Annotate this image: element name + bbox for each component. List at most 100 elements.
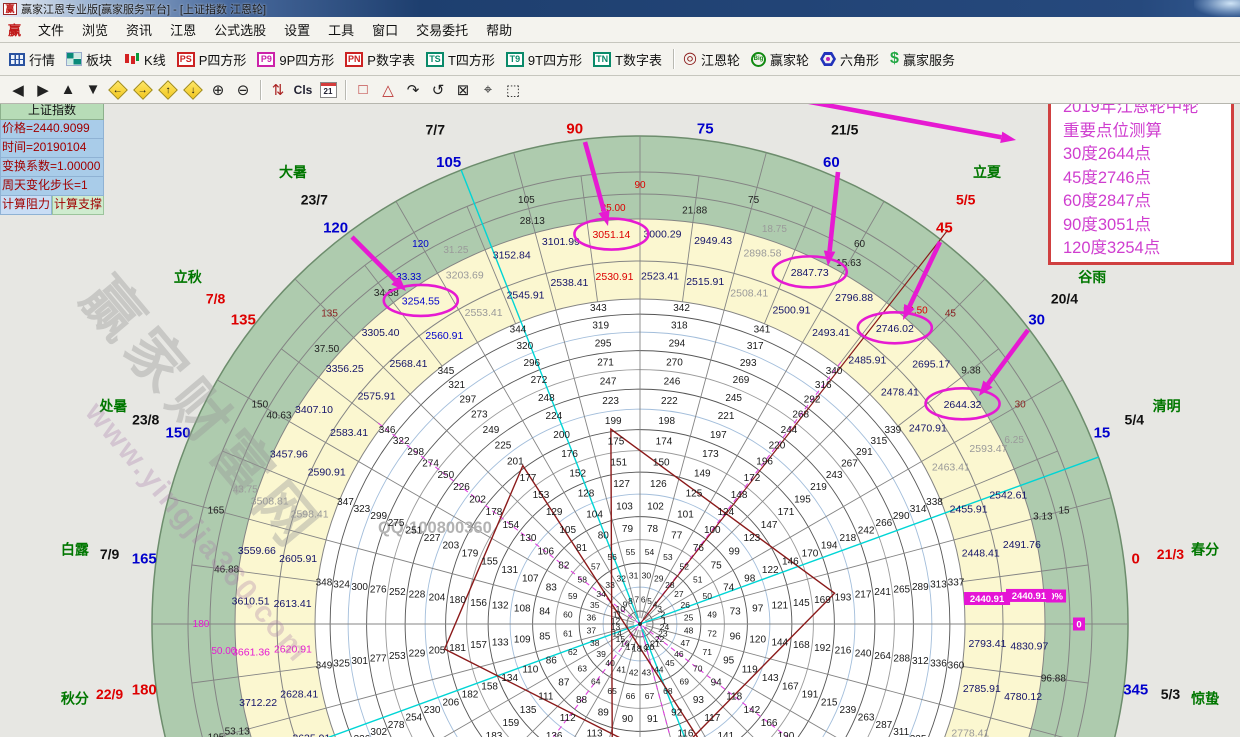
svg-text:立夏: 立夏	[973, 164, 1002, 180]
toolbar-button-t-table[interactable]: TNT数字表	[589, 48, 666, 71]
menu-item-8[interactable]: 交易委托	[407, 17, 477, 42]
svg-text:252: 252	[389, 587, 406, 598]
tool-pan-left[interactable]: ←	[106, 79, 130, 101]
toolbar-button-9t-square[interactable]: T99T四方形	[502, 48, 586, 71]
menu-item-0[interactable]: 文件	[29, 17, 73, 42]
svg-text:322: 322	[393, 436, 410, 447]
kline-label: K线	[144, 50, 166, 69]
svg-text:224: 224	[546, 411, 563, 422]
svg-text:120: 120	[749, 635, 766, 646]
9p-square-icon: P9	[257, 52, 275, 67]
menu-item-2[interactable]: 资讯	[117, 17, 161, 42]
tool-triangle-tool[interactable]: △	[376, 79, 400, 101]
svg-text:112: 112	[560, 713, 576, 724]
svg-text:123: 123	[744, 533, 761, 544]
svg-text:166: 166	[761, 718, 778, 729]
svg-text:2847.73: 2847.73	[791, 267, 829, 279]
calc-resistance-button[interactable]: 计算阻力	[0, 196, 52, 215]
svg-text:172: 172	[744, 473, 761, 484]
menu-item-6[interactable]: 工具	[319, 17, 363, 42]
toolbar-button-p-square[interactable]: PSP四方形	[173, 48, 251, 71]
svg-text:2613.41: 2613.41	[274, 598, 312, 610]
svg-text:38: 38	[590, 638, 600, 648]
toolbar-button-winner-service[interactable]: $赢家服务	[886, 48, 959, 71]
tool-nav-left[interactable]: ◀	[6, 79, 30, 101]
svg-text:159: 159	[503, 718, 520, 729]
tool-pan-down[interactable]: ↓	[181, 79, 205, 101]
tool-calendar[interactable]: 21	[316, 79, 340, 101]
menu-item-5[interactable]: 设置	[275, 17, 319, 42]
svg-text:71: 71	[702, 647, 712, 657]
tool-price-scale[interactable]: ⇅	[266, 79, 290, 101]
svg-text:6.25: 6.25	[1004, 435, 1024, 446]
tool-zoom-out[interactable]: ⊖	[231, 79, 255, 101]
svg-text:98: 98	[744, 574, 756, 585]
tool-nav-down[interactable]: ▼	[81, 79, 105, 101]
svg-text:228: 228	[409, 590, 426, 601]
menu-item-1[interactable]: 浏览	[73, 17, 117, 42]
svg-text:68: 68	[663, 686, 673, 696]
svg-text:264: 264	[874, 651, 891, 662]
svg-text:247: 247	[600, 376, 617, 387]
svg-text:5/4: 5/4	[1125, 411, 1145, 427]
menu-item-4[interactable]: 公式选股	[205, 17, 275, 42]
tool-rotate-cw[interactable]: ↷	[401, 79, 425, 101]
toolbar-button-quotes[interactable]: 行情	[5, 48, 59, 71]
svg-text:117: 117	[704, 713, 720, 724]
svg-text:345: 345	[438, 366, 455, 377]
toolbar-button-sectors[interactable]: 板块	[62, 48, 116, 71]
tool-pan-up[interactable]: ↑	[156, 79, 180, 101]
calc-support-button[interactable]: 计算支撑	[52, 196, 104, 215]
app-window: { "window": {"title": "赢家江恩专业版[赢家服务平台] -…	[0, 0, 1240, 737]
tool-select-tool[interactable]: ⬚	[501, 79, 525, 101]
tool-rotate-ccw[interactable]: ↺	[426, 79, 450, 101]
svg-text:22/9: 22/9	[96, 686, 123, 702]
svg-text:3356.25: 3356.25	[326, 363, 364, 375]
toolbar-button-kline[interactable]: K线	[119, 48, 170, 71]
svg-text:15: 15	[1058, 505, 1070, 516]
svg-text:299: 299	[370, 511, 387, 522]
menu-item-3[interactable]: 江恩	[161, 17, 205, 42]
tool-move-tool[interactable]: ⌖	[476, 79, 500, 101]
toolbar-button-hexagon[interactable]: 六角形	[816, 48, 883, 71]
svg-text:2628.41: 2628.41	[280, 689, 318, 701]
svg-text:24: 24	[660, 622, 670, 632]
svg-text:7/7: 7/7	[426, 122, 446, 138]
annotation-line-5: 90度3051点	[1063, 214, 1227, 238]
svg-text:272: 272	[531, 375, 548, 386]
svg-text:36: 36	[587, 613, 597, 623]
svg-text:300: 300	[351, 582, 368, 593]
toolbar-button-9p-square[interactable]: P99P四方形	[253, 48, 338, 71]
menu-item-9[interactable]: 帮助	[477, 17, 521, 42]
svg-text:92: 92	[671, 708, 683, 719]
tool-zoom-in[interactable]: ⊕	[206, 79, 230, 101]
svg-text:50.00: 50.00	[211, 646, 236, 657]
tool-nav-right[interactable]: ▶	[31, 79, 55, 101]
tool-pan-right[interactable]: →	[131, 79, 155, 101]
svg-text:225: 225	[495, 440, 512, 451]
annotation-line-2: 30度2644点	[1063, 143, 1227, 167]
svg-text:270: 270	[666, 357, 683, 368]
svg-text:3559.66: 3559.66	[238, 545, 276, 557]
svg-text:2695.17: 2695.17	[912, 359, 950, 371]
menu-item-7[interactable]: 窗口	[363, 17, 407, 42]
toolbar-button-gann-wheel[interactable]: ◎江恩轮	[679, 48, 744, 71]
svg-text:105: 105	[436, 154, 461, 171]
svg-text:250: 250	[437, 470, 454, 481]
svg-text:3203.69: 3203.69	[446, 270, 484, 282]
toolbar-button-winner-wheel[interactable]: Big赢家轮	[747, 48, 813, 71]
toolbar-button-t-square[interactable]: TST四方形	[422, 48, 499, 71]
svg-text:2949.43: 2949.43	[694, 235, 732, 247]
svg-text:2478.41: 2478.41	[881, 386, 919, 398]
tool-rect-tool[interactable]: □	[351, 79, 375, 101]
svg-text:2515.91: 2515.91	[686, 276, 724, 288]
toolbar-button-p-table[interactable]: PNP数字表	[341, 48, 419, 71]
tool-delete-box[interactable]: ⊠	[451, 79, 475, 101]
svg-text:116: 116	[677, 729, 693, 737]
svg-text:319: 319	[592, 321, 609, 332]
svg-text:320: 320	[516, 341, 533, 352]
tool-cls[interactable]: Cls	[291, 79, 315, 101]
svg-text:7: 7	[634, 594, 639, 604]
tool-nav-up[interactable]: ▲	[56, 79, 80, 101]
svg-text:192: 192	[814, 643, 831, 654]
